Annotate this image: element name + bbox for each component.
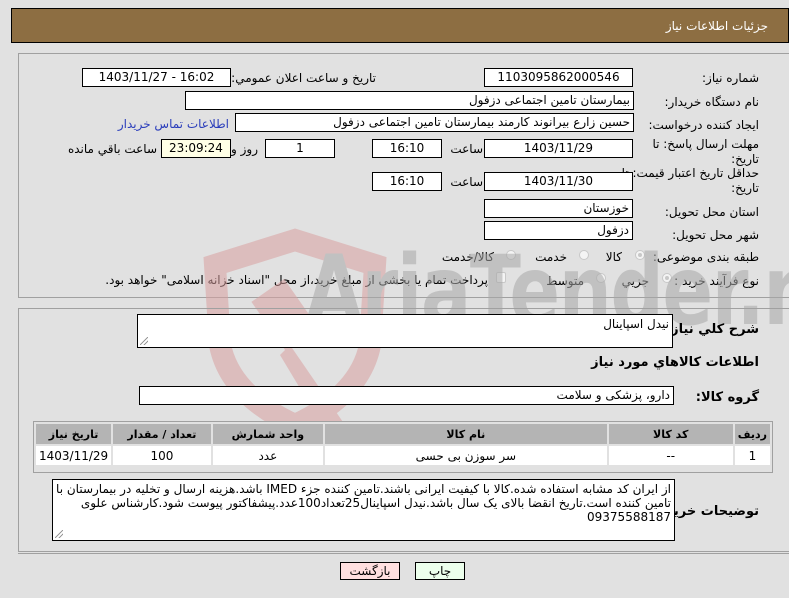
process-label: نوع فرآیند خرید : (674, 274, 759, 288)
cell-unit: عدد (212, 446, 324, 465)
reply-deadline-label: مهلت ارسال پاسخ: تا تاریخ: (652, 137, 759, 166)
days-remaining-field: 1 (265, 139, 335, 158)
summary-text: نیدل اسپاینال (603, 317, 669, 331)
cell-row-number: 1 (734, 446, 770, 465)
buyer-org-field: بیمارستان تامین اجتماعی دزفول (185, 91, 634, 110)
process-medium-label: متوسط (546, 274, 584, 288)
table-row: 1 -- سر سوزن بی حسی عدد 100 1403/11/29 (36, 446, 770, 465)
price-validity-time-label: ساعت (450, 175, 483, 189)
announce-datetime-field: 1403/11/27 - 16:02 (82, 68, 231, 87)
need-number-field: 1103095862000546 (484, 68, 633, 87)
items-table: ردیف کد کالا نام کالا واحد شمارش تعداد /… (34, 422, 772, 467)
days-label: روز و (231, 142, 258, 156)
category-label: طبقه بندی موضوعی: (652, 250, 759, 264)
city-label: شهر محل تحویل: (672, 228, 759, 242)
buyer-contact-link[interactable]: اطلاعات تماس خریدار (118, 117, 229, 131)
cell-need-date: 1403/11/29 (36, 446, 112, 465)
category-service-label: خدمت (535, 250, 567, 264)
footer-divider (18, 553, 789, 554)
treasury-label: پرداخت تمام یا بخشی از مبلغ خرید،از محل … (105, 273, 488, 287)
announce-label: تاریخ و ساعت اعلان عمومي: (231, 71, 376, 85)
page-title: جزئیات اطلاعات نیاز (665, 19, 768, 33)
city-field: دزفول (484, 221, 633, 240)
buyer-notes-field: از ایران کد مشابه استفاده شده.کالا با کی… (52, 479, 675, 541)
process-radio-minor[interactable] (662, 273, 672, 283)
col-unit: واحد شمارش (212, 424, 324, 444)
page-header: جزئیات اطلاعات نیاز (11, 8, 789, 43)
reply-time-label: ساعت (450, 142, 483, 156)
reply-deadline-date-field: 1403/11/29 (484, 139, 633, 158)
process-radio-medium[interactable] (596, 273, 606, 283)
need-number-label: شماره نیاز: (702, 71, 759, 85)
resize-grip-icon[interactable] (140, 337, 148, 345)
creator-field: حسین زارع بیرانوند کارمند بیمارستان تامی… (235, 113, 634, 132)
col-need-date: تاریخ نیاز (36, 424, 112, 444)
category-goods-service-label: کالا/خدمت (441, 250, 494, 264)
items-heading: اطلاعات کالاهاي مورد نیاز (591, 355, 759, 370)
buyer-org-label: نام دستگاه خریدار: (664, 95, 760, 109)
goods-group-field: دارو، پزشکی و سلامت (139, 386, 674, 405)
time-remaining-field: 23:09:24 (161, 139, 231, 158)
cell-item-code: -- (608, 446, 733, 465)
summary-field: نیدل اسپاینال (137, 314, 673, 348)
process-minor-label: جزیي (621, 274, 649, 288)
print-button[interactable]: چاپ (415, 562, 465, 580)
col-quantity: تعداد / مقدار (113, 424, 211, 444)
price-validity-date-field: 1403/11/30 (484, 172, 633, 191)
col-item-name: نام کالا (325, 424, 607, 444)
back-button[interactable]: بازگشت (340, 562, 400, 580)
table-header-row: ردیف کد کالا نام کالا واحد شمارش تعداد /… (36, 424, 770, 444)
category-goods-label: کالا (605, 250, 622, 264)
cell-quantity: 100 (113, 446, 211, 465)
price-validity-label: حداقل تاریخ اعتبار قیمت: تا تاریخ: (621, 166, 759, 195)
time-remaining-label: ساعت باقي مانده (67, 142, 157, 156)
category-radio-goods-service[interactable] (506, 250, 516, 260)
cell-item-name: سر سوزن بی حسی (325, 446, 607, 465)
category-radio-service[interactable] (579, 250, 589, 260)
price-validity-time-field: 16:10 (372, 172, 442, 191)
category-radio-goods[interactable] (635, 250, 645, 260)
summary-label: شرح کلي نیاز: (665, 322, 759, 337)
items-table-wrapper: ردیف کد کالا نام کالا واحد شمارش تعداد /… (33, 421, 773, 473)
reply-time-field: 16:10 (372, 139, 442, 158)
province-label: استان محل تحویل: (664, 205, 759, 219)
buyer-notes-text: از ایران کد مشابه استفاده شده.کالا با کی… (56, 482, 671, 524)
col-row-number: ردیف (734, 424, 770, 444)
province-field: خوزستان (484, 199, 633, 218)
col-item-code: کد کالا (608, 424, 733, 444)
resize-grip-icon[interactable] (55, 530, 63, 538)
goods-group-label: گروه کالا: (695, 390, 759, 405)
creator-label: ایجاد کننده درخواست: (648, 118, 759, 132)
treasury-checkbox[interactable] (496, 272, 506, 283)
